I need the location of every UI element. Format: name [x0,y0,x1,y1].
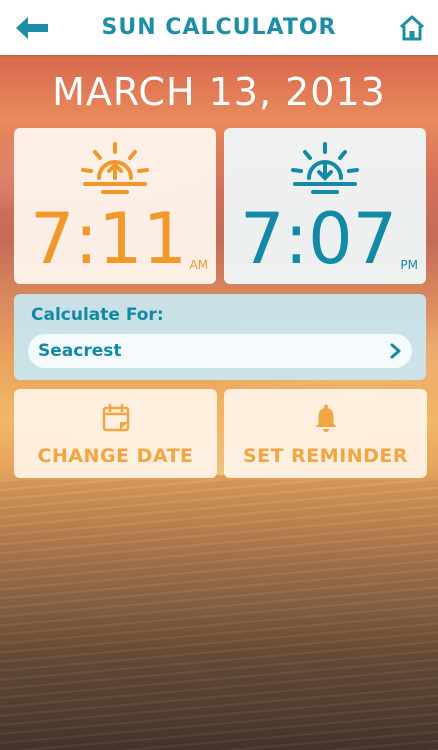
sunset-card: 7:07 PM [224,128,426,284]
sunrise-card: 7:11 AM [14,128,216,284]
bell-icon [314,404,337,432]
sunset-meridiem: PM [400,258,418,272]
set-reminder-label: SET REMINDER [242,445,409,467]
selected-date: MARCH 13, 2013 [52,70,386,114]
calendar-icon [102,403,129,432]
sunrise-meridiem: AM [189,258,208,272]
sunrise-time: 7:11 [30,198,188,280]
background-water [0,480,438,750]
home-button[interactable] [398,14,426,42]
home-icon [399,15,425,41]
sunset-time: 7:07 [240,198,398,280]
sunrise-icon [81,142,149,194]
calculate-for-panel: Calculate For: Seacrest [14,294,426,380]
change-date-button[interactable]: CHANGE DATE [14,389,217,478]
page-title: SUN CALCULATOR [101,15,337,40]
set-reminder-button[interactable]: SET REMINDER [224,389,427,478]
calculate-for-label: Calculate For: [31,305,164,325]
sunset-icon [291,142,359,194]
top-bar: SUN CALCULATOR [0,0,438,55]
back-button[interactable] [14,14,50,42]
arrow-left-icon [16,17,48,39]
location-value: Seacrest [38,341,122,361]
chevron-right-icon [390,343,401,359]
change-date-label: CHANGE DATE [37,445,194,467]
location-selector[interactable]: Seacrest [28,334,412,368]
